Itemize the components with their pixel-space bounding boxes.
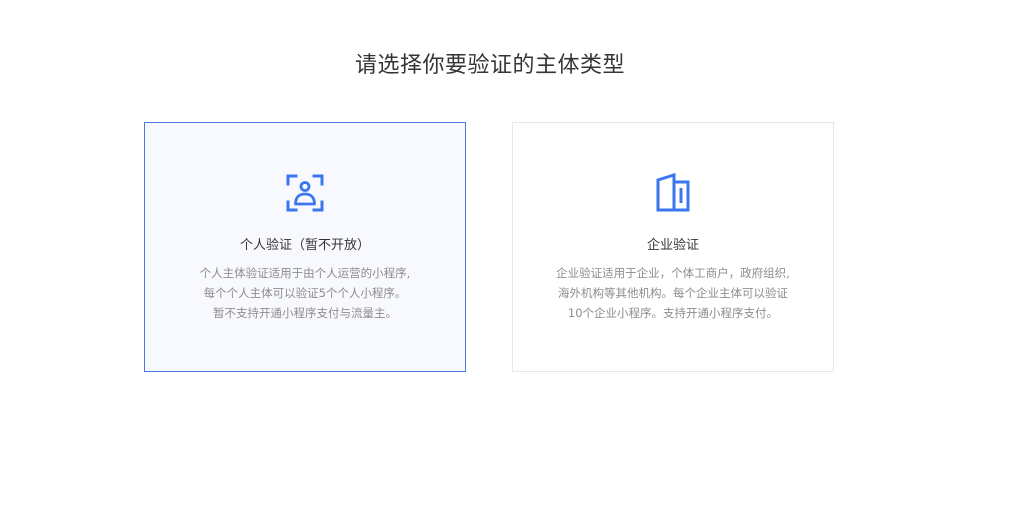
description-line: 海外机构等其他机构。每个企业主体可以验证	[558, 286, 788, 300]
enterprise-building-icon	[653, 173, 693, 213]
description-line: 每个个人主体可以验证5个个人小程序。	[203, 286, 407, 300]
card-description: 个人主体验证适用于由个人运营的小程序, 每个个人主体可以验证5个个人小程序。 暂…	[165, 263, 445, 323]
card-description: 企业验证适用于企业，个体工商户，政府组织, 海外机构等其他机构。每个企业主体可以…	[533, 263, 813, 323]
description-line: 暂不支持开通小程序支付与流量主。	[213, 306, 397, 320]
personal-verification-card[interactable]: 个人验证（暂不开放） 个人主体验证适用于由个人运营的小程序, 每个个人主体可以验…	[144, 122, 466, 372]
page: 请选择你要验证的主体类型 个人验证（暂不开放） 个人主体验证适用于由个人运营的小…	[0, 0, 1018, 524]
enterprise-verification-card[interactable]: 企业验证 企业验证适用于企业，个体工商户，政府组织, 海外机构等其他机构。每个企…	[512, 122, 834, 372]
description-line: 10个企业小程序。支持开通小程序支付。	[567, 306, 779, 320]
person-verify-icon	[285, 173, 325, 213]
card-title: 个人验证（暂不开放）	[239, 238, 370, 253]
card-title: 企业验证	[646, 238, 699, 253]
description-line: 个人主体验证适用于由个人运营的小程序,	[199, 266, 411, 280]
page-title: 请选择你要验证的主体类型	[354, 53, 625, 78]
description-line: 企业验证适用于企业，个体工商户，政府组织,	[556, 266, 790, 280]
